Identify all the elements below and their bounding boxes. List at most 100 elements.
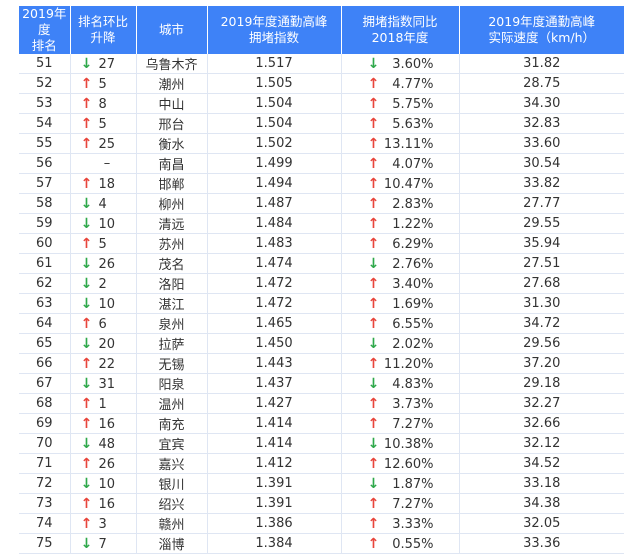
arrow-up-icon: ↑ bbox=[80, 175, 93, 192]
yoy-change-value: 5.75% bbox=[392, 96, 434, 112]
yoy-change-value: 11.20% bbox=[383, 356, 434, 372]
rank-change-value: 2 bbox=[98, 276, 107, 292]
congestion-index-cell: 1.391 bbox=[207, 473, 342, 494]
congestion-ranking-table: 2019年度 排名 排名环比 升降 城市 2019年度通勤高峰 拥堵指数 拥堵指数同比… bbox=[19, 6, 624, 554]
rank-change-cell: ↑ 16 bbox=[70, 413, 137, 434]
congestion-index-cell: 1.504 bbox=[207, 113, 342, 134]
rank-change-cell: ↓ 7 bbox=[70, 533, 137, 554]
congestion-index-cell: 1.412 bbox=[207, 453, 342, 474]
yoy-change-value: 2.76% bbox=[392, 256, 434, 272]
rank-change-cell: ↑ 22 bbox=[70, 353, 137, 374]
header-city-line1: 城市 bbox=[158, 22, 184, 37]
rank-cell: 64 bbox=[19, 313, 71, 334]
yoy-change-cell: ↓ 2.76% bbox=[341, 253, 460, 274]
arrow-up-icon: ↑ bbox=[80, 315, 93, 332]
city-cell: 乌鲁木齐 bbox=[136, 54, 208, 74]
rank-change-value: 48 bbox=[98, 436, 116, 452]
arrow-down-icon: ↓ bbox=[80, 435, 93, 452]
table-row: 64 ↑ 6 泉州 1.465 ↑ 6.55% 34.72 bbox=[19, 313, 624, 334]
yoy-change-value: 7.27% bbox=[392, 496, 434, 512]
yoy-change-value: 6.55% bbox=[392, 316, 434, 332]
header-actual-speed: 2019年度通勤高峰 实际速度（km/h） bbox=[459, 6, 624, 54]
arrow-up-icon: ↑ bbox=[367, 75, 380, 92]
table-row: 74 ↑ 3 赣州 1.386 ↑ 3.33% 32.05 bbox=[19, 513, 624, 534]
arrow-down-icon: ↓ bbox=[80, 335, 93, 352]
yoy-change-value: 7.27% bbox=[392, 416, 434, 432]
rank-change-value: 7 bbox=[98, 536, 107, 552]
actual-speed-cell: 35.94 bbox=[459, 233, 624, 254]
yoy-change-cell: ↓ 1.87% bbox=[341, 473, 460, 494]
table-row: 58 ↓ 4 柳州 1.487 ↑ 2.83% 27.77 bbox=[19, 193, 624, 214]
rank-change-cell: ↓ 26 bbox=[70, 253, 137, 274]
yoy-change-cell: ↑ 6.55% bbox=[341, 313, 460, 334]
actual-speed-cell: 32.66 bbox=[459, 413, 624, 434]
arrow-up-icon: ↑ bbox=[367, 495, 380, 512]
congestion-index-cell: 1.391 bbox=[207, 493, 342, 514]
rank-change-cell: ↓ 48 bbox=[70, 433, 137, 454]
yoy-change-cell: ↑ 1.69% bbox=[341, 293, 460, 314]
city-cell: 衡水 bbox=[136, 133, 208, 154]
arrow-down-icon: ↓ bbox=[80, 195, 93, 212]
city-cell: 邯郸 bbox=[136, 173, 208, 194]
rank-change-cell: ↓ 10 bbox=[70, 473, 137, 494]
arrow-up-icon: ↑ bbox=[80, 75, 93, 92]
rank-cell: 58 bbox=[19, 193, 71, 214]
yoy-change-value: 3.40% bbox=[392, 276, 434, 292]
city-cell: 宜宾 bbox=[136, 433, 208, 454]
city-cell: 洛阳 bbox=[136, 273, 208, 294]
arrow-up-icon: ↑ bbox=[80, 415, 93, 432]
rank-cell: 75 bbox=[19, 533, 71, 554]
arrow-up-icon: ↑ bbox=[367, 415, 380, 432]
rank-change-cell: ↑ 8 bbox=[70, 93, 137, 114]
congestion-index-cell: 1.502 bbox=[207, 133, 342, 154]
arrow-up-icon: ↑ bbox=[80, 395, 93, 412]
rank-change-value: 18 bbox=[98, 176, 116, 192]
arrow-down-icon: ↓ bbox=[80, 255, 93, 272]
actual-speed-cell: 33.18 bbox=[459, 473, 624, 494]
city-cell: 淄博 bbox=[136, 533, 208, 554]
table-row: 53 ↑ 8 中山 1.504 ↑ 5.75% 34.30 bbox=[19, 93, 624, 114]
actual-speed-cell: 27.77 bbox=[459, 193, 624, 214]
yoy-change-value: 3.60% bbox=[392, 56, 434, 72]
arrow-up-icon: ↑ bbox=[367, 135, 380, 152]
header-actual-speed-line1: 2019年度通勤高峰 bbox=[488, 14, 596, 29]
yoy-change-value: 10.38% bbox=[383, 436, 434, 452]
table-row: 56 – 南昌 1.499 ↑ 4.07% 30.54 bbox=[19, 153, 624, 174]
rank-change-value: 16 bbox=[98, 416, 116, 432]
rank-change-value: 8 bbox=[98, 96, 107, 112]
rank-change-cell: ↓ 2 bbox=[70, 273, 137, 294]
table-row: 72 ↓ 10 银川 1.391 ↓ 1.87% 33.18 bbox=[19, 473, 624, 494]
congestion-index-cell: 1.499 bbox=[207, 153, 342, 174]
arrow-down-icon: ↓ bbox=[80, 375, 93, 392]
rank-change-value: 10 bbox=[98, 296, 116, 312]
rank-change-cell: – bbox=[70, 153, 137, 174]
yoy-change-cell: ↓ 4.83% bbox=[341, 373, 460, 394]
rank-cell: 61 bbox=[19, 253, 71, 274]
arrow-down-icon: ↓ bbox=[367, 375, 380, 392]
congestion-index-cell: 1.487 bbox=[207, 193, 342, 214]
table-row: 57 ↑ 18 邯郸 1.494 ↑ 10.47% 33.82 bbox=[19, 173, 624, 194]
rank-change-cell: ↓ 27 bbox=[70, 54, 137, 74]
city-cell: 苏州 bbox=[136, 233, 208, 254]
rank-cell: 74 bbox=[19, 513, 71, 534]
actual-speed-cell: 30.54 bbox=[459, 153, 624, 174]
rank-change-cell: ↑ 6 bbox=[70, 313, 137, 334]
arrow-down-icon: ↓ bbox=[80, 475, 93, 492]
congestion-index-cell: 1.484 bbox=[207, 213, 342, 234]
city-cell: 南充 bbox=[136, 413, 208, 434]
arrow-up-icon: ↑ bbox=[367, 315, 380, 332]
yoy-change-cell: ↑ 12.60% bbox=[341, 453, 460, 474]
table-row: 71 ↑ 26 嘉兴 1.412 ↑ 12.60% 34.52 bbox=[19, 453, 624, 474]
city-cell: 银川 bbox=[136, 473, 208, 494]
city-cell: 茂名 bbox=[136, 253, 208, 274]
yoy-change-value: 1.87% bbox=[392, 476, 434, 492]
arrow-up-icon: ↑ bbox=[367, 215, 380, 232]
table-row: 68 ↑ 1 温州 1.427 ↑ 3.73% 32.27 bbox=[19, 393, 624, 414]
yoy-change-value: 4.77% bbox=[392, 76, 434, 92]
rank-cell: 56 bbox=[19, 153, 71, 174]
actual-speed-cell: 27.51 bbox=[459, 253, 624, 274]
arrow-up-icon: ↑ bbox=[367, 235, 380, 252]
arrow-up-icon: ↑ bbox=[367, 355, 380, 372]
yoy-change-cell: ↑ 5.75% bbox=[341, 93, 460, 114]
header-yoy-change-line2: 2018年度 bbox=[371, 30, 429, 45]
